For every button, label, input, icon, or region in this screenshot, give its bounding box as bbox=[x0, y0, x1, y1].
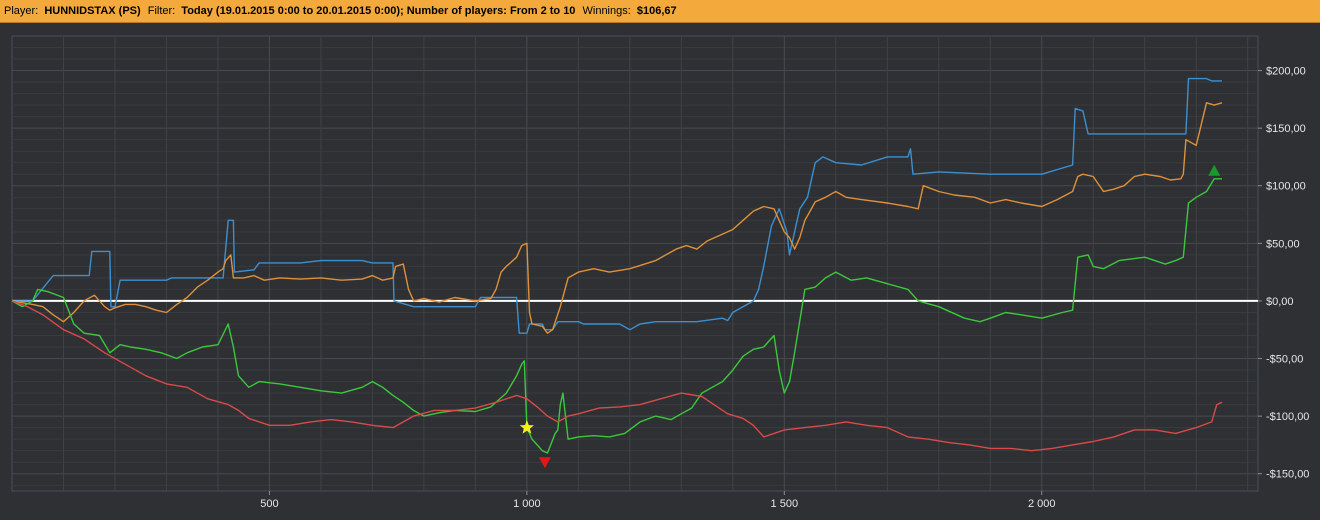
filter-value: Today (19.01.2015 0:00 to 20.01.2015 0:0… bbox=[181, 5, 576, 17]
x-tick-label: 500 bbox=[260, 498, 278, 510]
filter-label: Filter: bbox=[147, 5, 176, 17]
player-name: HUNNIDSTAX (PS) bbox=[44, 5, 141, 17]
winnings-graph: $200,00 $150,00 $100,00 $50,00 $0,00 -$50,00 -… bbox=[0, 23, 1320, 515]
y-tick-label: -$100,00 bbox=[1266, 411, 1309, 423]
y-tick-label: $200,00 bbox=[1266, 66, 1306, 78]
y-tick-label: $0,00 bbox=[1266, 296, 1294, 308]
x-tick-label: 2 000 bbox=[1028, 498, 1056, 510]
y-tick-label: -$150,00 bbox=[1266, 469, 1309, 481]
y-tick-label: -$50,00 bbox=[1266, 354, 1303, 366]
y-tick-label: $100,00 bbox=[1266, 181, 1306, 193]
graph-canvas: $200,00 $150,00 $100,00 $50,00 $0,00 -$50,00 -… bbox=[0, 23, 1320, 515]
winnings-value: $106,67 bbox=[636, 5, 677, 17]
plot-background bbox=[0, 23, 1320, 515]
player-label: Player: bbox=[4, 5, 39, 17]
y-tick-label: $150,00 bbox=[1266, 123, 1306, 135]
x-tick-label: 1 500 bbox=[771, 498, 799, 510]
filter-header-bar: Player: HUNNIDSTAX (PS) Filter: Today (1… bbox=[0, 0, 1320, 23]
y-tick-label: $50,00 bbox=[1266, 238, 1300, 250]
winnings-label: Winnings: bbox=[582, 5, 631, 17]
x-tick-label: 1 000 bbox=[513, 498, 541, 510]
